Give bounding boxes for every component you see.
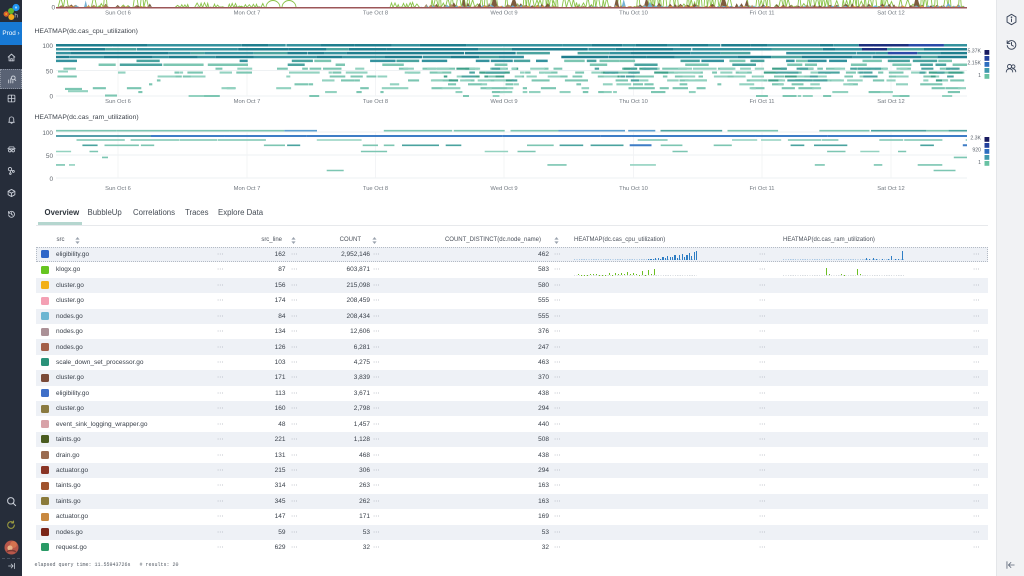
- svg-text:2.15K: 2.15K: [967, 61, 981, 67]
- svg-text:2.3K: 2.3K: [970, 136, 981, 142]
- svg-text:Tue Oct 8: Tue Oct 8: [363, 186, 388, 192]
- svg-text:50: 50: [46, 68, 54, 75]
- svg-text:Thu Oct 10: Thu Oct 10: [619, 186, 648, 192]
- svg-text:Sun Oct 6: Sun Oct 6: [105, 99, 131, 105]
- svg-text:0: 0: [49, 94, 53, 101]
- svg-text:Tue Oct 8: Tue Oct 8: [363, 11, 388, 17]
- svg-text:0: 0: [51, 5, 55, 12]
- svg-text:Fri Oct 11: Fri Oct 11: [749, 186, 774, 192]
- svg-text:1: 1: [978, 73, 981, 79]
- svg-text:Sat Oct 12: Sat Oct 12: [877, 99, 904, 105]
- svg-text:Sun Oct 6: Sun Oct 6: [105, 11, 131, 17]
- svg-text:Fri Oct 11: Fri Oct 11: [749, 99, 774, 105]
- svg-text:Mon Oct 7: Mon Oct 7: [234, 186, 261, 192]
- svg-text:50: 50: [46, 153, 54, 160]
- svg-text:Wed Oct 9: Wed Oct 9: [490, 186, 517, 192]
- svg-text:0: 0: [49, 176, 53, 183]
- svg-text:h: h: [14, 12, 18, 19]
- svg-text:Mon Oct 7: Mon Oct 7: [234, 11, 261, 17]
- svg-text:1: 1: [978, 160, 981, 166]
- svg-text:Sat Oct 12: Sat Oct 12: [877, 186, 904, 192]
- svg-text:Wed Oct 9: Wed Oct 9: [490, 11, 517, 17]
- svg-text:Sun Oct 6: Sun Oct 6: [105, 186, 131, 192]
- svg-text:100: 100: [42, 130, 53, 137]
- svg-text:100: 100: [42, 43, 53, 50]
- svg-text:Thu Oct 10: Thu Oct 10: [619, 99, 648, 105]
- svg-text:Tue Oct 8: Tue Oct 8: [363, 99, 388, 105]
- svg-text:5.37K: 5.37K: [967, 49, 981, 55]
- svg-text:920: 920: [972, 148, 981, 154]
- svg-text:Wed Oct 9: Wed Oct 9: [490, 99, 517, 105]
- svg-text:Thu Oct 10: Thu Oct 10: [619, 11, 648, 17]
- svg-text:Fri Oct 11: Fri Oct 11: [749, 11, 774, 17]
- svg-text:Mon Oct 7: Mon Oct 7: [234, 99, 261, 105]
- svg-text:Sat Oct 12: Sat Oct 12: [877, 11, 904, 17]
